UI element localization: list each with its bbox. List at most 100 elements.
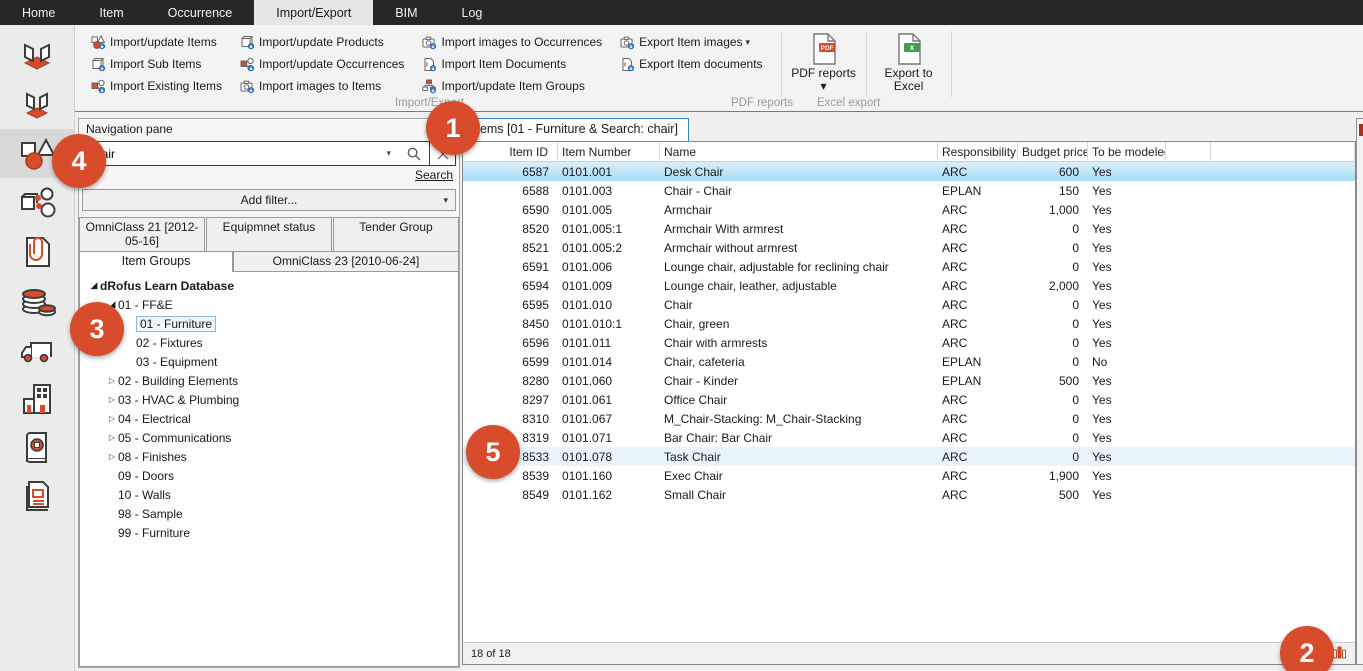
tree-node[interactable]: ▷05 - Communications bbox=[80, 428, 458, 447]
manual-icon[interactable] bbox=[0, 423, 75, 472]
import-sub-items-button[interactable]: Import Sub Items bbox=[87, 53, 226, 75]
cell: Desk Chair bbox=[660, 165, 938, 179]
nav-tab-omniclass-23-2010-06-24-[interactable]: OmniClass 23 [2010-06-24] bbox=[233, 251, 459, 272]
menu-tab-bim[interactable]: BIM bbox=[373, 0, 439, 25]
cell: Chair - Kinder bbox=[660, 374, 938, 388]
column-header-item-id[interactable]: Item ID bbox=[463, 142, 558, 162]
item-row-8450[interactable]: 84500101.010:1Chair, greenARC0Yes bbox=[463, 314, 1355, 333]
tree-node-label: 01 - FF&E bbox=[118, 298, 173, 312]
top-menubar: HomeItemOccurrenceImport/ExportBIMLog bbox=[0, 0, 1363, 25]
item-row-8280[interactable]: 82800101.060Chair - KinderEPLAN500Yes bbox=[463, 371, 1355, 390]
menu-tab-log[interactable]: Log bbox=[440, 0, 505, 25]
item-row-8319[interactable]: 83190101.071Bar Chair: Bar ChairARC0Yes bbox=[463, 428, 1355, 447]
item-row-8520[interactable]: 85200101.005:1Armchair With armrestARC0Y… bbox=[463, 219, 1355, 238]
cell: M_Chair-Stacking: M_Chair-Stacking bbox=[660, 412, 938, 426]
import-update-items-button[interactable]: Import/update Items bbox=[87, 31, 226, 53]
cell: Armchair With armrest bbox=[660, 222, 938, 236]
item-row-8310[interactable]: 83100101.067M_Chair-Stacking: M_Chair-St… bbox=[463, 409, 1355, 428]
tree-node[interactable]: 09 - Doors bbox=[80, 466, 458, 485]
tree-expanded-arrow-icon[interactable]: ◢ bbox=[88, 280, 100, 291]
column-header-name[interactable]: Name bbox=[660, 142, 938, 162]
cell: Chair, green bbox=[660, 317, 938, 331]
tree-collapsed-arrow-icon[interactable]: ▷ bbox=[106, 433, 118, 442]
column-header-budget-price[interactable]: Budget price bbox=[1018, 142, 1088, 162]
tree-node[interactable]: 99 - Furniture bbox=[80, 523, 458, 542]
tree-node[interactable]: 01 - Furniture bbox=[80, 314, 458, 333]
tree-node[interactable]: ▷08 - Finishes bbox=[80, 447, 458, 466]
import-update-products-button[interactable]: Import/update Products bbox=[236, 31, 408, 53]
rooms-alt-icon[interactable] bbox=[0, 80, 75, 129]
item-row-6595[interactable]: 65950101.010ChairARC0Yes bbox=[463, 295, 1355, 314]
item-row-6596[interactable]: 65960101.011Chair with armrestsARC0Yes bbox=[463, 333, 1355, 352]
cell: EPLAN bbox=[938, 355, 1018, 369]
column-chart-icon[interactable] bbox=[1332, 645, 1347, 662]
item-row-6599[interactable]: 65990101.014Chair, cafeteriaEPLAN0No bbox=[463, 352, 1355, 371]
item-row-6590[interactable]: 65900101.005ArmchairARC1,000Yes bbox=[463, 200, 1355, 219]
tree-node[interactable]: ▷03 - HVAC & Plumbing bbox=[80, 390, 458, 409]
import-update-occurrences-button[interactable]: Import/update Occurrences bbox=[236, 53, 408, 75]
tree-node[interactable]: 03 - Equipment bbox=[80, 352, 458, 371]
cell: Chair with armrests bbox=[660, 336, 938, 350]
nav-tab-omniclass-21-2012-05-16-[interactable]: OmniClass 21 [2012-05-16] bbox=[79, 217, 205, 252]
menu-tab-item[interactable]: Item bbox=[77, 0, 145, 25]
products-icon[interactable] bbox=[0, 178, 75, 227]
search-link[interactable]: Search bbox=[415, 168, 453, 182]
logistics-icon[interactable] bbox=[0, 325, 75, 374]
nav-tab-item-groups[interactable]: Item Groups bbox=[79, 251, 233, 272]
tree-node[interactable]: 10 - Walls bbox=[80, 485, 458, 504]
tree-node[interactable]: ◢01 - FF&E bbox=[80, 295, 458, 314]
cell: Armchair without armrest bbox=[660, 241, 938, 255]
cell: Chair - Chair bbox=[660, 184, 938, 198]
item-row-8297[interactable]: 82970101.061Office ChairARC0Yes bbox=[463, 390, 1355, 409]
cell: 1,900 bbox=[1018, 469, 1088, 483]
item-row-6587[interactable]: 65870101.001Desk ChairARC600Yes bbox=[463, 162, 1355, 181]
column-header-responsibility[interactable]: Responsibility bbox=[938, 142, 1018, 162]
import-images-to-items-button[interactable]: Import images to Items bbox=[236, 75, 408, 97]
nav-tab-equipmnet-status[interactable]: Equipmnet status bbox=[206, 217, 332, 252]
building-icon[interactable] bbox=[0, 374, 75, 423]
export-item-documents-button[interactable]: Export Item documents bbox=[616, 53, 766, 75]
import-update-item-groups-button[interactable]: Import/update Item Groups bbox=[418, 75, 606, 97]
column-header-to-be-modeled[interactable]: To be modeled bbox=[1088, 142, 1166, 162]
item-row-8549[interactable]: 85490101.162Small ChairARC500Yes bbox=[463, 485, 1355, 504]
add-filter-dropdown[interactable]: Add filter... ▾ bbox=[82, 189, 456, 211]
menu-tab-occurrence[interactable]: Occurrence bbox=[146, 0, 255, 25]
import-item-documents-button[interactable]: Import Item Documents bbox=[418, 53, 606, 75]
search-input[interactable] bbox=[83, 147, 378, 161]
tree-node[interactable]: 02 - Fixtures bbox=[80, 333, 458, 352]
cell: 6596 bbox=[463, 336, 558, 350]
cell: ARC bbox=[938, 298, 1018, 312]
item-row-6588[interactable]: 65880101.003Chair - ChairEPLAN150Yes bbox=[463, 181, 1355, 200]
item-row-6594[interactable]: 65940101.009Lounge chair, leather, adjus… bbox=[463, 276, 1355, 295]
rooms-icon[interactable] bbox=[0, 31, 75, 80]
tree-node[interactable]: ▷04 - Electrical bbox=[80, 409, 458, 428]
column-header-item-number[interactable]: Item Number bbox=[558, 142, 660, 162]
tree-node[interactable]: ▷02 - Building Elements bbox=[80, 371, 458, 390]
pdf-reports-button[interactable]: PDFPDF reports ▾ bbox=[788, 31, 860, 97]
tree-collapsed-arrow-icon[interactable]: ▷ bbox=[106, 414, 118, 423]
item-row-8539[interactable]: 85390101.160Exec ChairARC1,900Yes bbox=[463, 466, 1355, 485]
svg-text:PDF: PDF bbox=[820, 45, 833, 52]
item-row-8521[interactable]: 85210101.005:2Armchair without armrestAR… bbox=[463, 238, 1355, 257]
tree-node[interactable]: 98 - Sample bbox=[80, 504, 458, 523]
search-history-chevron-icon[interactable]: ▾ bbox=[378, 148, 399, 159]
tree-collapsed-arrow-icon[interactable]: ▷ bbox=[106, 376, 118, 385]
menu-tab-home[interactable]: Home bbox=[0, 0, 77, 25]
tree-collapsed-arrow-icon[interactable]: ▷ bbox=[106, 452, 118, 461]
tree-node[interactable]: ◢dRofus Learn Database bbox=[80, 276, 458, 295]
reports-icon[interactable] bbox=[0, 472, 75, 521]
item-row-8533[interactable]: 85330101.078Task ChairARC0Yes bbox=[463, 447, 1355, 466]
cell: 600 bbox=[1018, 165, 1088, 179]
documents-icon[interactable] bbox=[0, 227, 75, 276]
nav-tab-tender-group[interactable]: Tender Group bbox=[333, 217, 459, 252]
tree-collapsed-arrow-icon[interactable]: ▷ bbox=[106, 395, 118, 404]
finance-icon[interactable] bbox=[0, 276, 75, 325]
export-item-images-button[interactable]: Export Item images▾ bbox=[616, 31, 766, 53]
import-existing-items-button[interactable]: Import Existing Items bbox=[87, 75, 226, 97]
item-row-6591[interactable]: 65910101.006Lounge chair, adjustable for… bbox=[463, 257, 1355, 276]
menu-tab-import-export[interactable]: Import/Export bbox=[254, 0, 373, 25]
import-images-to-occurrences-button[interactable]: Import images to Occurrences bbox=[418, 31, 606, 53]
search-icon[interactable] bbox=[399, 147, 429, 161]
items-tab[interactable]: Items [01 - Furniture & Search: chair] bbox=[462, 118, 689, 141]
export-to-excel-button[interactable]: xExport to Excel bbox=[873, 31, 945, 97]
